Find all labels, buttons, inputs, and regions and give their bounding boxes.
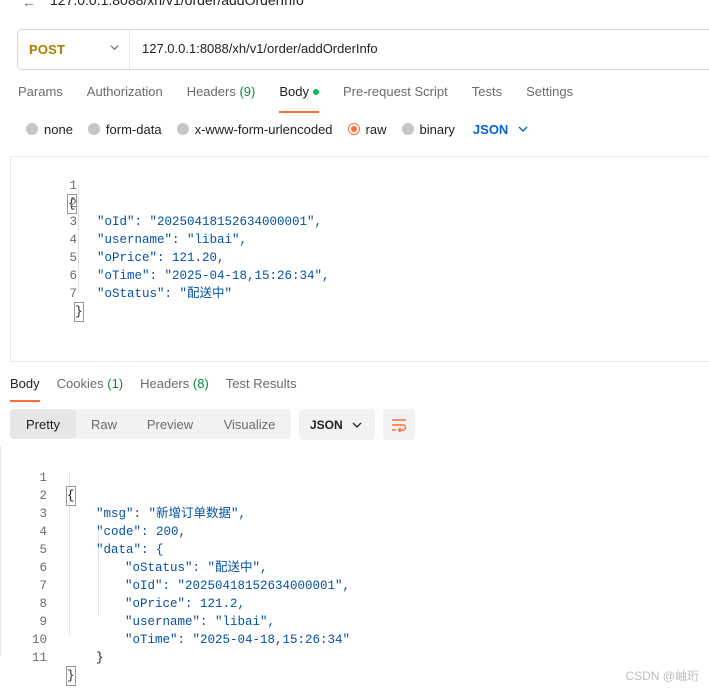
code-line: 3 "code": 200,	[39, 507, 187, 539]
response-format-select[interactable]: JSON	[299, 409, 375, 440]
code-line: 4 "oPrice": 121.20,	[69, 233, 225, 265]
method-select[interactable]: POST	[18, 30, 130, 69]
tab-response-headers[interactable]: Headers (8)	[140, 376, 209, 402]
request-tabs: Params Authorization Headers (9) Body Pr…	[18, 84, 597, 113]
breadcrumb-text: 127.0.0.1:8088/xh/v1/order/addOrderInfo	[50, 0, 304, 8]
code-line: 8 "username": "libai",	[39, 597, 276, 629]
radio-form-data[interactable]: form-data	[87, 122, 162, 137]
code-line: 1 {	[67, 179, 78, 214]
code-line: 7 }	[69, 287, 84, 322]
view-mode-raw[interactable]: Raw	[76, 409, 132, 439]
tab-tests[interactable]: Tests	[472, 84, 502, 110]
tab-params[interactable]: Params	[18, 84, 63, 110]
code-line: 6 "oStatus": "配送中"	[69, 269, 233, 301]
body-type-options: none form-data x-www-form-urlencoded raw…	[26, 119, 528, 139]
code-line: 4 "data": {	[39, 525, 164, 557]
url-input[interactable]: 127.0.0.1:8088/xh/v1/order/addOrderInfo	[142, 41, 378, 56]
radio-x-www-form-urlencoded[interactable]: x-www-form-urlencoded	[176, 122, 333, 137]
code-line: 5 "oTime": "2025-04-18,15:26:34",	[69, 251, 330, 283]
radio-raw[interactable]: raw	[347, 122, 387, 137]
chevron-down-icon	[110, 45, 119, 51]
code-line: 9 "oTime": "2025-04-18,15:26:34"	[39, 615, 351, 647]
language-select[interactable]: JSON	[473, 122, 508, 137]
response-format-label: JSON	[310, 417, 343, 432]
tab-headers[interactable]: Headers (9)	[187, 84, 256, 110]
view-mode-preview[interactable]: Preview	[132, 409, 208, 439]
view-mode-switch: Pretty Raw Preview Visualize	[10, 409, 291, 439]
wrap-lines-icon	[392, 418, 407, 432]
chevron-down-icon	[352, 422, 362, 428]
body-active-dot-icon	[312, 88, 319, 95]
tab-settings[interactable]: Settings	[526, 84, 573, 110]
radio-circle-icon	[176, 123, 189, 135]
response-body-viewer[interactable]: 1 { 2 "msg": "新增订单数据", 3 "code": 200, 4 …	[0, 446, 709, 686]
code-line: 2 "msg": "新增订单数据",	[39, 489, 247, 521]
tab-body[interactable]: Body	[279, 84, 319, 113]
tab-cookies[interactable]: Cookies (1)	[57, 376, 123, 402]
code-line: 3 "username": "libai",	[69, 215, 248, 247]
code-line: 11 }	[31, 651, 76, 686]
view-mode-visualize[interactable]: Visualize	[208, 409, 291, 439]
code-line: 1 {	[39, 471, 76, 506]
radio-none[interactable]: none	[26, 122, 73, 137]
request-body-editor[interactable]: 1 { 2 "oId": "20250418152634000001", 3 "…	[10, 156, 709, 362]
code-line: 5 "oStatus": "配送中",	[39, 543, 268, 575]
view-mode-pretty[interactable]: Pretty	[10, 409, 76, 439]
code-line: 2 "oId": "20250418152634000001",	[69, 197, 323, 229]
response-tabs: Body Cookies (1) Headers (8) Test Result…	[10, 376, 314, 402]
arrow-left-icon[interactable]: ←	[22, 0, 36, 10]
code-line: 7 "oPrice": 121.2,	[39, 579, 246, 611]
tab-pre-request-script[interactable]: Pre-request Script	[343, 84, 448, 110]
tab-response-body[interactable]: Body	[10, 376, 40, 402]
tab-authorization[interactable]: Authorization	[87, 84, 163, 110]
breadcrumb: ← 127.0.0.1:8088/xh/v1/order/addOrderInf…	[0, 0, 709, 14]
code-line: 10 }	[31, 633, 104, 665]
radio-circle-icon	[26, 123, 38, 135]
wrap-lines-button[interactable]	[383, 409, 415, 440]
watermark: CSDN @岫珩	[625, 669, 699, 683]
chevron-down-icon[interactable]	[518, 124, 528, 134]
radio-circle-icon	[87, 123, 100, 135]
radio-circle-icon	[401, 123, 414, 135]
headers-count: (9)	[239, 84, 256, 99]
radio-selected-icon	[347, 123, 360, 135]
method-label: POST	[29, 42, 66, 57]
url-bar: POST 127.0.0.1:8088/xh/v1/order/addOrder…	[17, 29, 709, 70]
radio-binary[interactable]: binary	[401, 122, 455, 137]
tab-test-results[interactable]: Test Results	[226, 376, 297, 402]
code-line: 6 "oId": "20250418152634000001",	[39, 561, 351, 593]
